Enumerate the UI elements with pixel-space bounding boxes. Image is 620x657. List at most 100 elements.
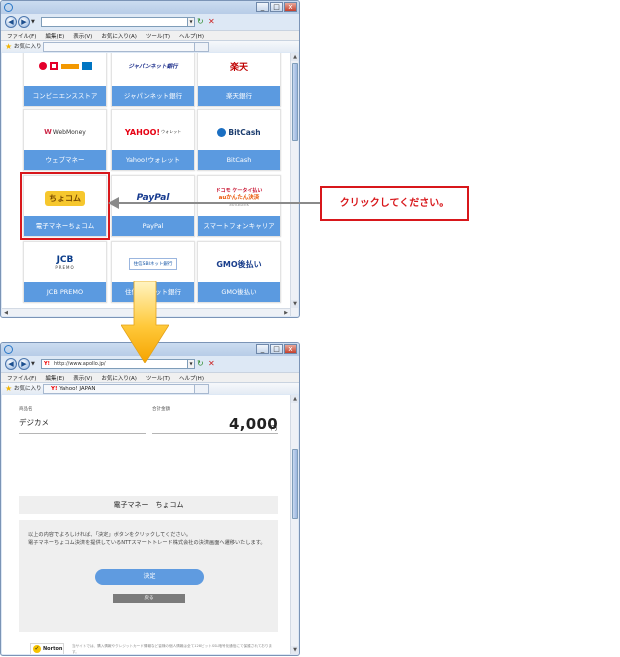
minimize-button[interactable]: _ xyxy=(256,2,269,12)
payment-tile[interactable]: YAHOO! ウォレット Yahoo!ウォレット xyxy=(111,109,195,171)
checom-logo: ちょコム xyxy=(24,176,106,220)
ie-icon xyxy=(4,3,13,12)
rakuten-bank-logo: 楽天 xyxy=(198,53,280,88)
refresh-icon[interactable]: ↻ xyxy=(197,359,206,369)
favorites-button[interactable]: お気に入り xyxy=(14,385,42,393)
payment-tile[interactable]: ドコモ ケータイ払い auかんたん決済 SoftBank スマートフォンキャリア xyxy=(197,175,281,237)
address-input[interactable] xyxy=(41,17,189,27)
ministop-icon xyxy=(60,63,79,69)
menu-favorites[interactable]: お気に入り(A) xyxy=(101,32,137,40)
norton-label: Norton xyxy=(43,646,63,652)
sbi-net-bank-logo: 住信SBIネット銀行 xyxy=(112,242,194,286)
payment-tile-label: ウェブマネー xyxy=(24,150,106,170)
address-text: http://www.apollo.jp/ xyxy=(54,361,106,367)
menu-view[interactable]: 表示(V) xyxy=(73,374,92,382)
confirm-message-line: 電子マネーちょコム決済を提供しているNTTスマートトレード株式会社の決済画面へ遷… xyxy=(28,539,266,546)
payment-tile[interactable]: ジャパンネット銀行 ジャパンネット銀行 xyxy=(111,53,195,107)
ie-icon xyxy=(4,345,13,354)
webmoney-mark-icon: W xyxy=(44,128,52,136)
yahoo-favicon-icon: Y! xyxy=(44,361,50,367)
close-button[interactable]: x xyxy=(284,344,297,354)
menu-tools[interactable]: ツール(T) xyxy=(146,32,170,40)
instruction-callout: クリックしてください。 xyxy=(320,186,469,221)
payment-tile[interactable]: BitCash BitCash xyxy=(197,109,281,171)
chevron-down-icon[interactable]: ▼ xyxy=(31,361,35,367)
scroll-up-icon[interactable]: ▲ xyxy=(291,53,298,61)
scroll-left-icon[interactable]: ◀ xyxy=(2,309,10,316)
menu-help[interactable]: ヘルプ(H) xyxy=(179,32,204,40)
scroll-up-icon[interactable]: ▲ xyxy=(291,395,298,403)
payment-tile-label: 電子マネーちょコム xyxy=(24,216,106,236)
chevron-down-icon[interactable]: ▼ xyxy=(31,19,35,25)
refresh-icon[interactable]: ↻ xyxy=(197,17,206,27)
menu-file[interactable]: ファイル(F) xyxy=(7,374,36,382)
scroll-right-icon[interactable]: ▶ xyxy=(282,309,290,316)
payment-tile[interactable]: コンビニエンスストア xyxy=(23,53,107,107)
payment-tile[interactable]: PayPal PayPal xyxy=(111,175,195,237)
back-arrow-icon[interactable]: ◀ xyxy=(5,16,17,28)
back-arrow-icon[interactable]: ◀ xyxy=(5,358,17,370)
payment-tile-label: ジャパンネット銀行 xyxy=(112,86,194,106)
scroll-thumb[interactable] xyxy=(292,63,298,141)
confirm-message-line: 以上の内容でよろしければ、「決定」ボタンをクリックしてください。 xyxy=(28,532,192,538)
menu-favorites[interactable]: お気に入り(A) xyxy=(101,374,137,382)
favorites-button[interactable]: お気に入り xyxy=(14,43,42,51)
forward-arrow-icon[interactable]: ▶ xyxy=(18,358,30,370)
scroll-down-icon[interactable]: ▼ xyxy=(291,646,298,654)
familymart-icon xyxy=(81,62,92,70)
security-notice: 当サイトでは、購入情報やクレジットカード情報など皆様の個人情報は全て128ビット… xyxy=(72,644,273,654)
confirm-panel: 以上の内容でよろしければ、「決定」ボタンをクリックしてください。 電子マネーちょ… xyxy=(19,520,278,632)
vertical-scrollbar[interactable]: ▲ ▼ xyxy=(290,53,298,316)
divider xyxy=(19,433,146,434)
menu-edit[interactable]: 編集(E) xyxy=(45,32,64,40)
menu-edit[interactable]: 編集(E) xyxy=(45,374,64,382)
lawson-icon xyxy=(38,62,47,70)
back-button[interactable]: 戻る xyxy=(113,594,185,603)
minimize-button[interactable]: _ xyxy=(256,344,269,354)
payment-tile-label: PayPal xyxy=(112,216,194,236)
payment-logo-text: ジャパンネット銀行 xyxy=(128,64,178,70)
payment-tile[interactable]: 楽天 楽天銀行 xyxy=(197,53,281,107)
gmo-atobarai-logo: GMO後払い xyxy=(198,242,280,286)
browser-tab[interactable] xyxy=(43,42,195,52)
menu-bar: ファイル(F) 編集(E) 表示(V) お気に入り(A) ツール(T) ヘルプ(… xyxy=(1,30,299,40)
payment-logo-text: 住信SBIネット銀行 xyxy=(128,258,178,270)
payment-tile[interactable]: JCB PREMO JCB PREMO xyxy=(23,241,107,303)
vertical-scrollbar[interactable]: ▲ ▼ xyxy=(290,395,298,654)
total-unit: 円 xyxy=(271,425,278,432)
close-button[interactable]: x xyxy=(284,2,297,12)
scroll-down-icon[interactable]: ▼ xyxy=(291,300,298,308)
payment-logo-text: WebMoney xyxy=(52,128,86,136)
confirm-message: 以上の内容でよろしければ、「決定」ボタンをクリックしてください。 電子マネーちょ… xyxy=(28,532,268,548)
star-icon[interactable]: ★ xyxy=(5,42,12,51)
payment-tile-label: コンビニエンスストア xyxy=(24,86,106,106)
menu-tools[interactable]: ツール(T) xyxy=(146,374,170,382)
maximize-button[interactable]: □ xyxy=(270,2,283,12)
payment-tile-label: 楽天銀行 xyxy=(198,86,280,106)
scroll-thumb[interactable] xyxy=(292,449,298,519)
payment-logo-text: GMO後払い xyxy=(216,259,262,269)
maximize-button[interactable]: □ xyxy=(270,344,283,354)
payment-tile[interactable]: GMO後払い GMO後払い xyxy=(197,241,281,303)
yahoo-favicon-icon: Y! xyxy=(51,386,58,392)
payment-tile-label: Yahoo!ウォレット xyxy=(112,150,194,170)
star-icon[interactable]: ★ xyxy=(5,384,12,393)
stop-icon[interactable]: ✕ xyxy=(208,17,217,27)
stop-icon[interactable]: ✕ xyxy=(208,359,217,369)
menu-help[interactable]: ヘルプ(H) xyxy=(179,374,204,382)
new-tab-button[interactable] xyxy=(194,42,209,52)
payment-tile[interactable]: ちょコム 電子マネーちょコム xyxy=(20,172,110,240)
webmoney-logo: W WebMoney xyxy=(24,110,106,154)
address-dropdown-icon[interactable]: ▼ xyxy=(187,359,195,369)
decide-button[interactable]: 決定 xyxy=(95,569,204,585)
menu-file[interactable]: ファイル(F) xyxy=(7,32,36,40)
favorite-link-yahoo[interactable]: Y! Yahoo! JAPAN xyxy=(51,385,96,393)
jcb-premo-logo: JCB PREMO xyxy=(24,242,106,286)
menu-view[interactable]: 表示(V) xyxy=(73,32,92,40)
forward-arrow-icon[interactable]: ▶ xyxy=(18,16,30,28)
title-bar: _ □ x xyxy=(1,1,299,14)
payment-tile[interactable]: W WebMoney ウェブマネー xyxy=(23,109,107,171)
new-tab-button[interactable] xyxy=(194,384,209,394)
address-dropdown-icon[interactable]: ▼ xyxy=(187,17,195,27)
seven-eleven-icon xyxy=(49,62,58,70)
